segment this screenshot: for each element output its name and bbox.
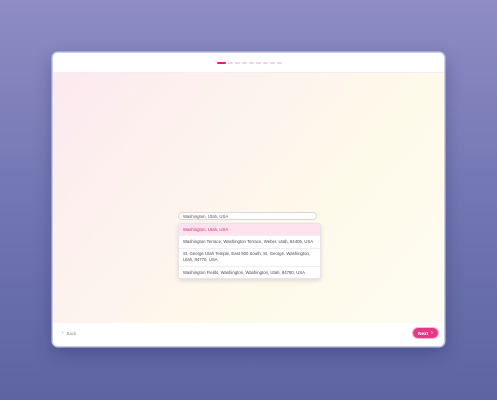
progress-step bbox=[249, 62, 254, 64]
suggestion-item[interactable]: Washington, Utah, USA bbox=[179, 224, 320, 237]
question-panel: Where are you located? We'll find the pe… bbox=[53, 73, 444, 323]
back-label: Back bbox=[66, 331, 77, 336]
progress-step bbox=[228, 62, 233, 64]
location-input[interactable] bbox=[178, 212, 317, 220]
chevron-right-icon: › bbox=[431, 329, 433, 336]
location-suggestions: Washington, Utah, USA Washington Terrace… bbox=[178, 223, 321, 280]
progress-step bbox=[263, 62, 268, 64]
suggestion-item[interactable]: Washington Terrace, Washington Terrace, … bbox=[179, 236, 320, 249]
progress-step bbox=[235, 62, 240, 64]
suggestion-item[interactable]: Washington Fields, Washington, Washingto… bbox=[179, 267, 320, 278]
progress-step bbox=[242, 62, 247, 64]
next-label: Next bbox=[418, 330, 429, 336]
progress-step bbox=[270, 62, 275, 64]
progress-step bbox=[256, 62, 261, 64]
back-button[interactable]: ‹ Back bbox=[62, 330, 77, 337]
progress-header bbox=[53, 53, 444, 73]
progress-step bbox=[217, 62, 226, 64]
next-button[interactable]: Next › bbox=[413, 328, 438, 338]
suggestion-item[interactable]: St. George Utah Temple, East 500 South, … bbox=[179, 249, 320, 268]
footer-nav: ‹ Back Next › bbox=[53, 323, 444, 346]
onboarding-window: Where are you located? We'll find the pe… bbox=[53, 53, 444, 346]
progress-steps bbox=[217, 62, 282, 64]
chevron-left-icon: ‹ bbox=[62, 330, 64, 336]
progress-step bbox=[277, 62, 282, 64]
